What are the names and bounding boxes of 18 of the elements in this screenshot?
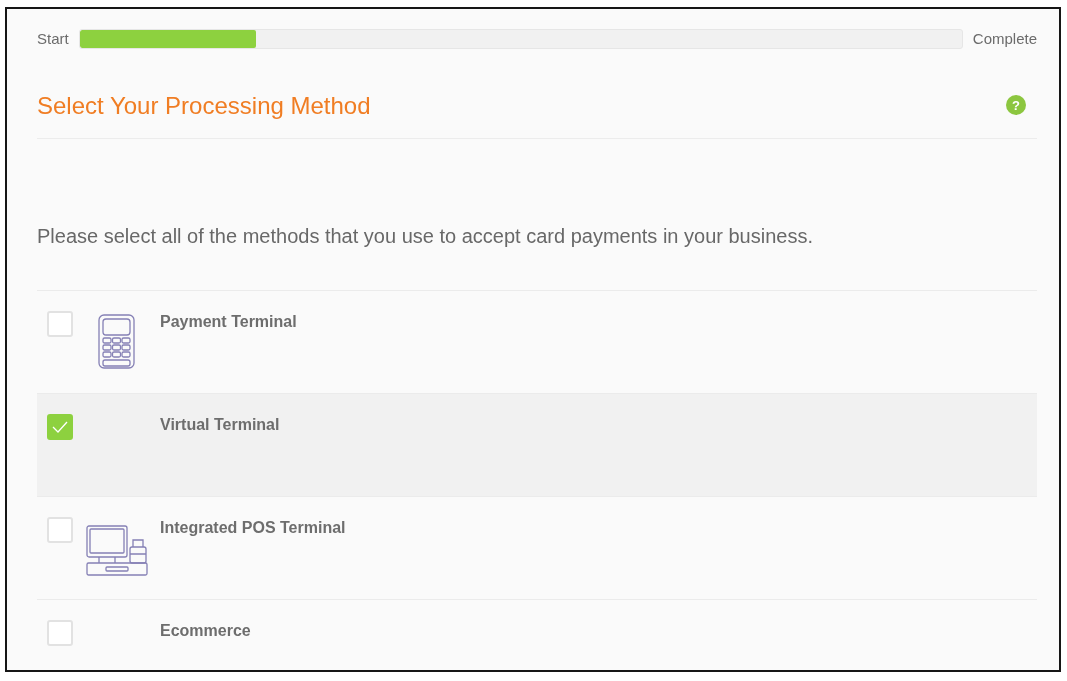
checkbox[interactable]: [47, 517, 73, 543]
option-label: Integrated POS Terminal: [160, 518, 346, 538]
checkbox[interactable]: [47, 311, 73, 337]
pos-terminal-icon: [85, 525, 148, 576]
checkbox[interactable]: [47, 620, 73, 646]
option-row[interactable]: Integrated POS Terminal: [37, 496, 1037, 599]
option-row[interactable]: Virtual Terminal: [37, 393, 1037, 496]
option-label: Payment Terminal: [160, 312, 297, 332]
card-terminal-icon: [98, 314, 135, 369]
option-label: Ecommerce: [160, 621, 251, 641]
section-title: Select Your Processing Method: [37, 91, 371, 121]
instruction-text: Please select all of the methods that you use to accept card payments in your business.: [37, 224, 813, 249]
option-row[interactable]: Ecommerce: [37, 599, 1037, 666]
check-icon: [52, 421, 68, 433]
option-label: Virtual Terminal: [160, 415, 280, 435]
progress-start-label: Start: [37, 29, 69, 49]
progress-end-label: Complete: [972, 29, 1037, 49]
checkbox[interactable]: [47, 414, 73, 440]
